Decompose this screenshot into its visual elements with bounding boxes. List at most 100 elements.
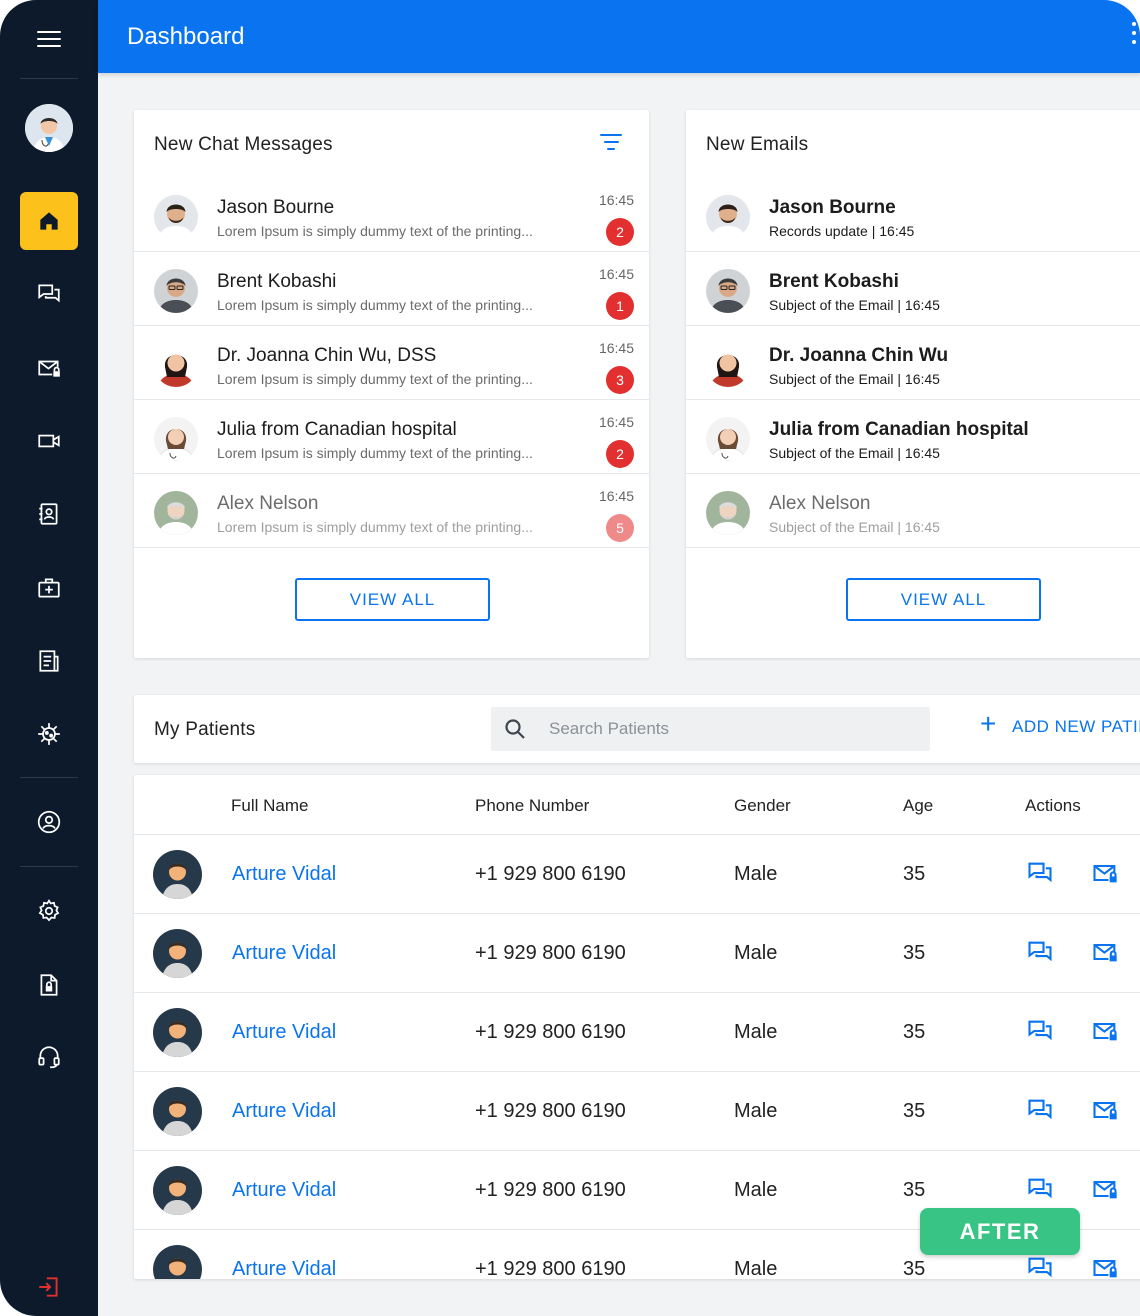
message-preview: Lorem Ipsum is simply dummy text of the … — [217, 371, 533, 387]
column-header-actions: Actions — [1025, 796, 1081, 815]
email-action-button[interactable] — [1091, 1175, 1119, 1203]
email-row[interactable]: Dr. Joanna Chin Wu Subject of the Email … — [686, 326, 1140, 400]
mail-lock-icon — [1093, 1101, 1117, 1120]
message-preview: Lorem Ipsum is simply dummy text of the … — [217, 297, 533, 313]
contact-book-icon — [39, 503, 58, 525]
mail-lock-icon — [38, 360, 60, 377]
column-header-gender[interactable]: Gender — [734, 796, 791, 816]
patient-age: 35 — [903, 863, 926, 885]
patient-name-link[interactable]: Arture Vidal — [232, 863, 336, 886]
patient-name-link[interactable]: Arture Vidal — [232, 942, 336, 965]
chat-action-button[interactable] — [1026, 938, 1054, 966]
chat-icon — [1028, 1099, 1052, 1120]
avatar — [154, 269, 198, 313]
patient-phone: +1 929 800 6190 — [475, 1100, 626, 1122]
nav-secure-files[interactable] — [20, 956, 78, 1014]
file-lock-icon — [40, 974, 58, 996]
email-row[interactable]: Alex Nelson Subject of the Email | 16:45 — [686, 474, 1140, 548]
nav-contacts[interactable] — [20, 485, 78, 543]
more-icon[interactable] — [1130, 22, 1138, 52]
unread-badge: 1 — [606, 292, 634, 320]
email-row[interactable]: Jason Bourne Records update | 16:45 — [686, 178, 1140, 252]
patient-name-link[interactable]: Arture Vidal — [232, 1179, 336, 1202]
patient-age: 35 — [903, 942, 926, 964]
nav-video[interactable] — [20, 412, 78, 470]
nav-profile[interactable] — [20, 793, 78, 851]
sender-name: Dr. Joanna Chin Wu, DSS — [217, 345, 437, 366]
patient-name-link[interactable]: Arture Vidal — [232, 1100, 336, 1123]
patient-gender: Male — [734, 942, 778, 964]
nav-logout[interactable] — [20, 1258, 78, 1316]
nav-mail[interactable] — [20, 339, 78, 397]
patient-age: 35 — [903, 1100, 926, 1122]
email-action-button[interactable] — [1091, 1096, 1119, 1124]
email-action-button[interactable] — [1091, 1017, 1119, 1045]
add-new-patient-button[interactable]: + ADD NEW PATIENT — [980, 708, 1140, 739]
email-action-button[interactable] — [1091, 859, 1119, 887]
top-header: Dashboard — [98, 0, 1140, 73]
sidebar — [0, 0, 98, 1316]
filter-icon[interactable] — [599, 134, 623, 154]
message-preview: Lorem Ipsum is simply dummy text of the … — [217, 223, 533, 239]
nav-settings[interactable] — [20, 882, 78, 940]
patient-name-link[interactable]: Arture Vidal — [232, 1021, 336, 1044]
home-icon — [40, 212, 58, 230]
sidebar-divider — [20, 777, 78, 778]
chat-action-button[interactable] — [1026, 1175, 1054, 1203]
chat-message-row[interactable]: Brent Kobashi Lorem Ipsum is simply dumm… — [134, 252, 649, 326]
search-input[interactable] — [549, 707, 909, 751]
avatar — [154, 491, 198, 535]
nav-virus[interactable] — [20, 705, 78, 763]
chat-action-button[interactable] — [1026, 859, 1054, 887]
column-header-phone[interactable]: Phone Number — [475, 796, 589, 816]
avatar — [706, 491, 750, 535]
chat-message-row[interactable]: Jason Bourne Lorem Ipsum is simply dummy… — [134, 178, 649, 252]
chat-message-row[interactable]: Dr. Joanna Chin Wu, DSS Lorem Ipsum is s… — [134, 326, 649, 400]
chat-action-button[interactable] — [1026, 1254, 1054, 1279]
email-subject: Subject of the Email | 16:45 — [769, 371, 940, 387]
patient-avatar — [153, 929, 202, 978]
emails-view-all-button[interactable]: VIEW ALL — [846, 578, 1041, 621]
message-time: 16:45 — [598, 340, 634, 356]
table-row: Arture Vidal +1 929 800 6190 Male 35 — [134, 913, 1140, 992]
chat-message-row[interactable]: Alex Nelson Lorem Ipsum is simply dummy … — [134, 474, 649, 548]
message-time: 16:45 — [598, 192, 634, 208]
nav-documents[interactable] — [20, 632, 78, 690]
patient-phone: +1 929 800 6190 — [475, 1258, 626, 1279]
patient-name-link[interactable]: Arture Vidal — [232, 1258, 336, 1279]
avatar — [706, 343, 750, 387]
email-subject: Subject of the Email | 16:45 — [769, 519, 940, 535]
chat-icon — [1028, 1020, 1052, 1041]
nav-medical[interactable] — [20, 559, 78, 617]
table-row: Arture Vidal +1 929 800 6190 Male 35 — [134, 1071, 1140, 1150]
email-subject: Records update | 16:45 — [769, 223, 915, 239]
patient-search — [491, 707, 930, 751]
email-row[interactable]: Julia from Canadian hospital Subject of … — [686, 400, 1140, 474]
chat-message-row[interactable]: Julia from Canadian hospital Lorem Ipsum… — [134, 400, 649, 474]
document-icon — [39, 650, 59, 672]
column-header-name[interactable]: Full Name — [231, 796, 308, 816]
hamburger-menu-icon[interactable] — [37, 31, 61, 49]
patient-gender: Male — [734, 1179, 778, 1201]
chat-action-button[interactable] — [1026, 1096, 1054, 1124]
nav-support[interactable] — [20, 1028, 78, 1086]
doctor-avatar[interactable] — [25, 104, 73, 152]
sidebar-divider — [20, 866, 78, 867]
email-sender: Brent Kobashi — [769, 271, 899, 292]
avatar — [154, 343, 198, 387]
avatar — [154, 417, 198, 461]
chat-view-all-button[interactable]: VIEW ALL — [295, 578, 490, 621]
nav-home[interactable] — [20, 192, 78, 250]
nav-chat[interactable] — [20, 265, 78, 323]
column-header-age[interactable]: Age — [903, 796, 933, 816]
avatar — [706, 195, 750, 239]
email-action-button[interactable] — [1091, 1254, 1119, 1279]
mail-lock-icon — [1093, 864, 1117, 883]
email-sender: Julia from Canadian hospital — [769, 419, 1029, 440]
email-action-button[interactable] — [1091, 938, 1119, 966]
chat-action-button[interactable] — [1026, 1017, 1054, 1045]
message-time: 16:45 — [598, 488, 634, 504]
email-row[interactable]: Brent Kobashi Subject of the Email | 16:… — [686, 252, 1140, 326]
chat-icon — [38, 284, 60, 303]
search-icon — [505, 719, 525, 739]
